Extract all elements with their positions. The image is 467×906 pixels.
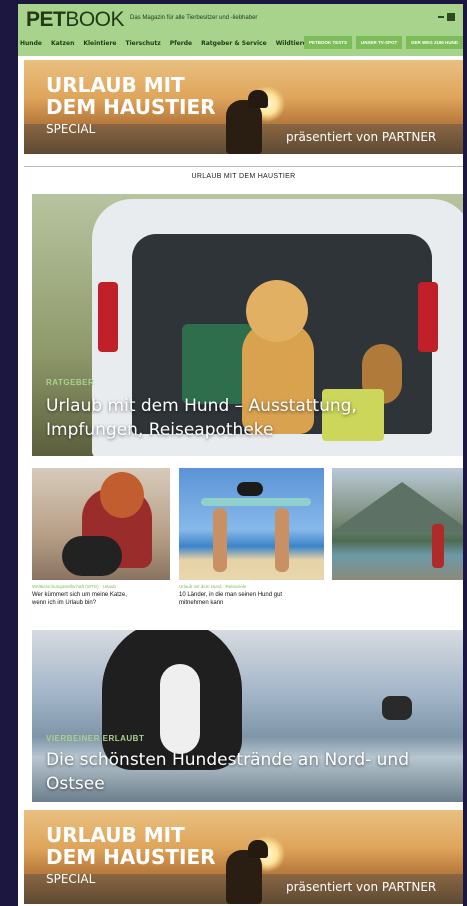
beach-headline[interactable]: Die schönsten Hundestrände an Nord- und … [46, 748, 446, 796]
man-image [213, 508, 227, 572]
teaser-row: Welttierschutzgesellschaft (WTG) · Urlau… [32, 468, 463, 632]
nav-item-tierschutz[interactable]: Tierschutz [125, 40, 160, 47]
man-image [275, 508, 289, 572]
main-navigation: Hunde Katzen Kleintiere Tierschutz Pferd… [20, 40, 307, 47]
teaser-label: Welttierschutzgesellschaft (WTG) · Urlau… [32, 584, 116, 589]
site-header: PETBOOK Das Magazin für alle Tierbesitze… [18, 4, 463, 56]
banner-title-line1: URLAUB MIT [46, 823, 185, 847]
banner-title: URLAUB MIT DEM HAUSTIER [46, 824, 216, 868]
nav-item-pferde[interactable]: Pferde [170, 40, 192, 47]
nav-item-hunde[interactable]: Hunde [20, 40, 42, 47]
nav-item-ratgeber[interactable]: Ratgeber & Service [201, 40, 267, 47]
tail-light-right [418, 282, 438, 352]
header-pill-buttons: PETBOOK TESTS UNSER TV-SPOT DER WEG ZUM … [303, 36, 463, 49]
site-tagline: Das Magazin für alle Tierbesitzer und -l… [130, 15, 258, 21]
teaser-label: Urlaub mit dem Hund · Reiseziele [179, 584, 247, 589]
section-title: URLAUB MIT DEM HAUSTIER [191, 173, 296, 180]
running-dog-image [382, 696, 412, 720]
banner-title-line1: URLAUB MIT [46, 73, 185, 97]
nav-item-katzen[interactable]: Katzen [51, 40, 74, 47]
banner-title-line2: DEM HAUSTIER [46, 845, 216, 869]
hiker-image [432, 524, 444, 568]
hero-headline[interactable]: Urlaub mit dem Hund – Ausstattung, Impfu… [46, 394, 456, 442]
teaser-image-beach [179, 468, 324, 580]
teaser-card[interactable] [332, 468, 463, 584]
teaser-image-mountains [332, 468, 463, 580]
banner-person-image [226, 100, 262, 154]
banner-dog-image [248, 90, 268, 108]
window-frame-right [463, 0, 467, 906]
nav-item-wildtiere[interactable]: Wildtiere [276, 40, 307, 47]
banner-subtitle: SPECIAL [46, 872, 96, 886]
tv-spot-button[interactable]: UNSER TV-SPOT [355, 36, 403, 49]
section-divider [24, 166, 463, 167]
banner-subtitle: SPECIAL [46, 122, 96, 136]
site-logo[interactable]: PETBOOK [26, 8, 125, 32]
woman-hair-image [100, 472, 144, 518]
account-icon[interactable] [447, 13, 455, 21]
special-banner-bottom[interactable]: URLAUB MIT DEM HAUSTIER SPECIAL präsenti… [24, 810, 463, 904]
surfboard-image [201, 498, 311, 506]
tail-light-left [98, 282, 118, 352]
banner-dog-image [248, 840, 268, 858]
border-collie-blaze-image [160, 664, 200, 754]
weg-zum-hund-button[interactable]: DER WEG ZUM HUND [406, 36, 463, 49]
teaser-card[interactable]: Urlaub mit dem Hund · Reiseziele 10 Länd… [179, 468, 324, 607]
banner-title-line2: DEM HAUSTIER [46, 95, 216, 119]
beach-article[interactable]: VIERBEINER ERLAUBT Die schönsten Hundest… [32, 630, 463, 802]
logo-light: BOOK [65, 8, 125, 31]
nav-item-kleintiere[interactable]: Kleintiere [83, 40, 116, 47]
special-banner-top[interactable]: URLAUB MIT DEM HAUSTIER SPECIAL präsenti… [24, 60, 463, 154]
hero-category-label: RATGEBER [46, 378, 95, 387]
banner-title: URLAUB MIT DEM HAUSTIER [46, 74, 216, 118]
banner-person-image [226, 850, 262, 904]
dog-on-board-image [237, 482, 263, 496]
banner-sponsor-text: präsentiert von PARTNER [286, 130, 437, 144]
logo-bold: PET [26, 8, 66, 31]
mountain-image [332, 482, 463, 532]
header-icons [438, 13, 455, 21]
petbook-tests-button[interactable]: PETBOOK TESTS [303, 36, 352, 49]
teaser-card[interactable]: Welttierschutzgesellschaft (WTG) · Urlau… [32, 468, 170, 607]
teaser-image-cat [32, 468, 170, 580]
menu-icon[interactable] [438, 16, 444, 18]
teaser-title[interactable]: 10 Länder, in die man seinen Hund gut mi… [179, 591, 289, 607]
golden-retriever-head-image [246, 280, 308, 342]
cat-image [62, 536, 122, 576]
teaser-title[interactable]: Wer kümmert sich um meine Katze, wenn ic… [32, 591, 142, 607]
window-frame-left [0, 0, 18, 906]
hero-article[interactable]: RATGEBER Urlaub mit dem Hund – Ausstattu… [32, 194, 463, 456]
web-page: PETBOOK Das Magazin für alle Tierbesitze… [18, 4, 463, 906]
banner-sponsor-text: präsentiert von PARTNER [286, 880, 437, 894]
beach-category-label: VIERBEINER ERLAUBT [46, 734, 145, 743]
